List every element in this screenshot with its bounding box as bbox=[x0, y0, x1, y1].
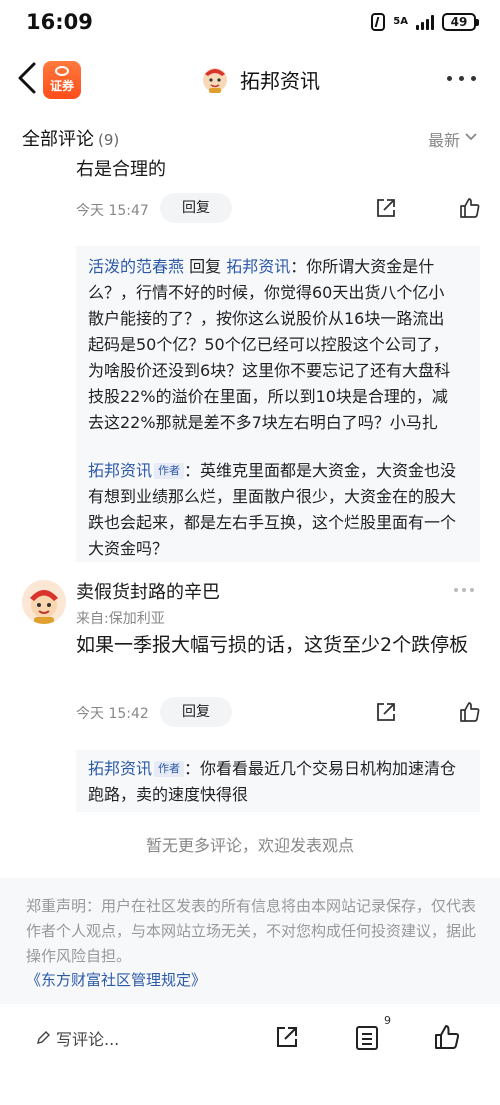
page-title: 拓邦资讯 bbox=[240, 69, 320, 93]
author-tag: 作者 bbox=[154, 761, 185, 777]
thumbs-up-icon[interactable] bbox=[458, 196, 482, 220]
community-rules-link[interactable]: 《东方财富社区管理规定》 bbox=[26, 969, 206, 990]
pencil-icon bbox=[37, 1031, 50, 1044]
reply-button[interactable]: 回复 bbox=[160, 697, 232, 727]
avatar[interactable] bbox=[22, 580, 66, 624]
reply-thread: 拓邦资讯 作者 ：你看看最近几个交易日机构加速清仓跑路，卖的速度快得很 bbox=[76, 750, 480, 812]
battery-icon: 49 bbox=[442, 13, 479, 31]
nav-header: 证券 拓邦资讯 bbox=[0, 50, 500, 106]
comment-count-badge: 9 bbox=[384, 1014, 391, 1027]
write-comment-input[interactable]: 写评论... bbox=[36, 1026, 119, 1050]
app-logo[interactable]: 证券 bbox=[43, 61, 81, 99]
chevron-down-icon[interactable] bbox=[464, 132, 478, 142]
share-icon[interactable] bbox=[274, 1024, 300, 1050]
author-tag: 作者 bbox=[154, 463, 185, 479]
avatar-icon bbox=[22, 580, 66, 624]
disclaimer-section: 郑重声明：用户在社区发表的所有信息将由本网站记录保存，仅代表作者个人观点，与本网… bbox=[0, 878, 500, 1004]
status-icons: 5A 49 bbox=[371, 13, 479, 31]
share-icon[interactable] bbox=[374, 700, 398, 724]
comment-more-icon[interactable] bbox=[454, 588, 474, 592]
reply-item: 拓邦资讯 作者 ：英维克里面都是大资金，大资金也没有想到业绩那么烂，里面散户很少，大… bbox=[88, 458, 460, 562]
comments-section-title: 全部评论 (9) bbox=[22, 125, 119, 151]
more-options-icon[interactable] bbox=[447, 76, 476, 81]
status-bar: 16:09 5A 49 bbox=[0, 0, 500, 48]
reply-username[interactable]: 拓邦资讯 bbox=[88, 461, 152, 480]
share-icon[interactable] bbox=[374, 196, 398, 220]
reply-button[interactable]: 回复 bbox=[160, 193, 232, 223]
reply-item: 活泼的范春燕 回复 拓邦资讯：你所谓大资金是什么？，行情不好的时候，你觉得60天… bbox=[88, 254, 460, 436]
comment-text: 如果一季报大幅亏损的话，这货至少2个跌停板 bbox=[76, 634, 469, 656]
reply-username[interactable]: 拓邦资讯 bbox=[88, 759, 152, 778]
no-more-comments-note: 暂无更多评论，欢迎发表观点 bbox=[145, 836, 354, 855]
disclaimer-text: 郑重声明：用户在社区发表的所有信息将由本网站记录保存，仅代表作者个人观点，与本网… bbox=[26, 897, 477, 965]
comment-time: 今天 15:47 bbox=[76, 203, 149, 219]
comment-list-icon[interactable] bbox=[354, 1024, 380, 1052]
thumbs-up-icon[interactable] bbox=[433, 1023, 461, 1051]
signal-icon bbox=[416, 14, 434, 30]
status-time: 16:09 bbox=[26, 10, 93, 34]
comment-username[interactable]: 卖假货封路的辛巴 bbox=[76, 578, 220, 604]
sort-dropdown[interactable]: 最新 bbox=[428, 127, 460, 151]
channel-avatar-icon bbox=[203, 68, 227, 93]
comments-title-text: 全部评论 bbox=[22, 129, 94, 150]
battery-level: 49 bbox=[450, 15, 468, 29]
reply-target-username[interactable]: 拓邦资讯 bbox=[226, 257, 290, 276]
write-comment-placeholder: 写评论... bbox=[56, 1030, 120, 1049]
comments-count: (9) bbox=[98, 131, 120, 149]
reply-word: 回复 bbox=[184, 257, 227, 276]
reply-username[interactable]: 活泼的范春燕 bbox=[88, 257, 184, 276]
comment-time: 今天 15:42 bbox=[76, 706, 149, 722]
comment-text: 右是合理的 bbox=[76, 159, 166, 180]
comment-source: 来自:保加利亚 bbox=[76, 611, 165, 627]
back-arrow-icon[interactable] bbox=[14, 60, 44, 96]
reply-item: 拓邦资讯 作者 ：你看看最近几个交易日机构加速清仓跑路，卖的速度快得很 bbox=[88, 756, 460, 808]
reply-thread: 活泼的范春燕 回复 拓邦资讯：你所谓大资金是什么？，行情不好的时候，你觉得60天… bbox=[76, 246, 480, 562]
logo-mark-icon bbox=[55, 66, 69, 76]
nfc-icon bbox=[371, 13, 386, 31]
reply-text: ：你所谓大资金是什么？，行情不好的时候，你觉得60天出货八个亿小散户能接的了？，… bbox=[88, 257, 451, 432]
thumbs-up-icon[interactable] bbox=[458, 700, 482, 724]
bottom-action-bar: 写评论... 9 bbox=[0, 1004, 500, 1105]
network-label: 5A bbox=[393, 16, 408, 27]
app-logo-text: 证券 bbox=[49, 79, 74, 93]
